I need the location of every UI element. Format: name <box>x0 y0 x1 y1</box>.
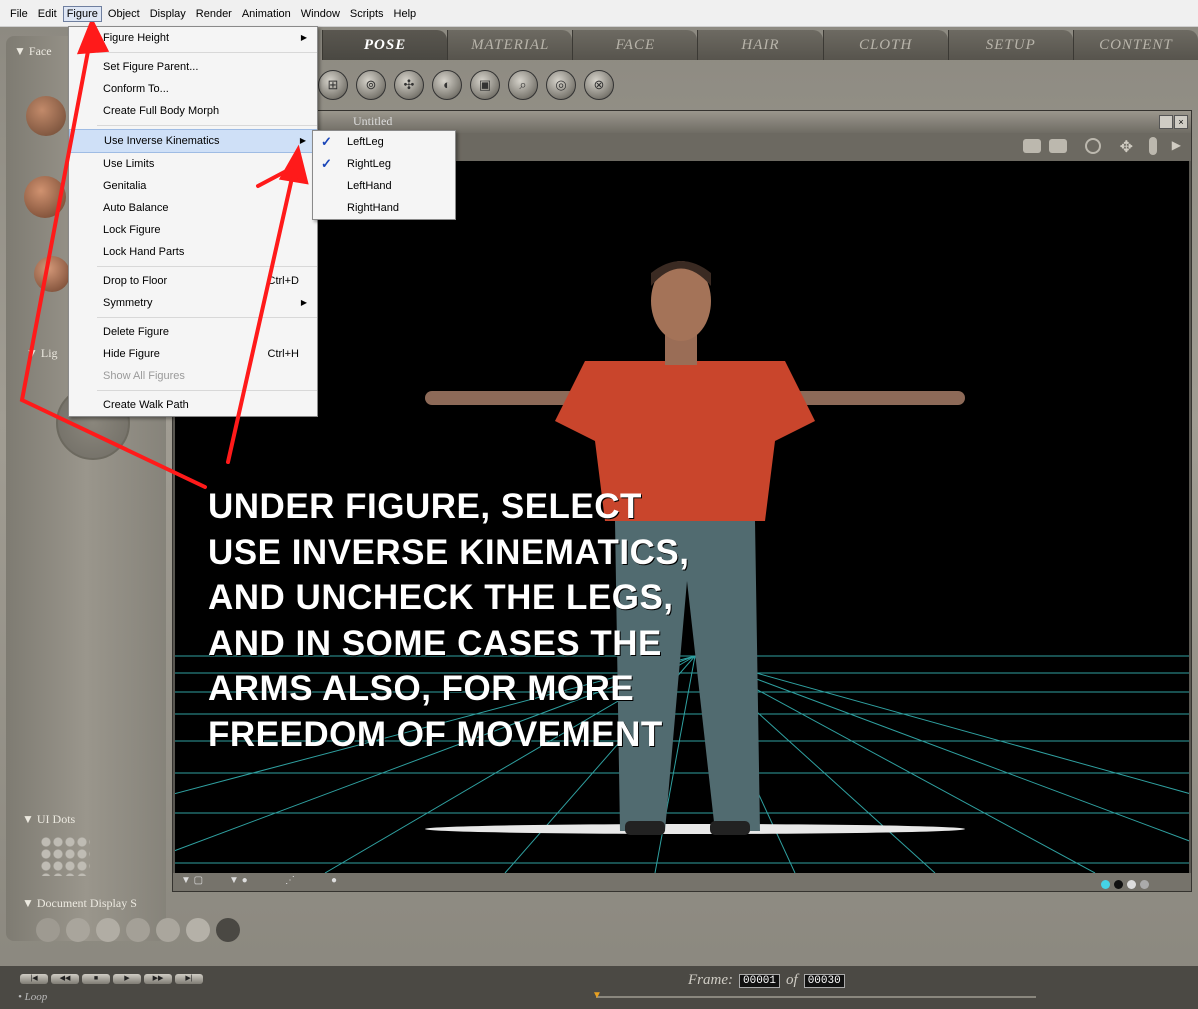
last-frame-button[interactable]: ▶| <box>175 974 203 984</box>
frame-counter: Frame: 00001 of 00030 <box>688 972 845 989</box>
annotation-line: FREEDOM OF MOVEMENT <box>208 714 663 754</box>
animation-controls: |◀ ◀◀ ■ ▶ ▶▶ ▶| • Loop Frame: 00001 of 0… <box>0 966 1198 1009</box>
menu-help[interactable]: Help <box>390 6 421 22</box>
current-frame-field[interactable]: 00001 <box>739 973 781 988</box>
annotation-line: USE INVERSE KINEMATICS, <box>208 532 690 572</box>
loop-toggle[interactable]: • Loop <box>18 991 47 1003</box>
menu-edit[interactable]: Edit <box>34 6 61 22</box>
menu-object[interactable]: Object <box>104 6 144 22</box>
menu-render[interactable]: Render <box>192 6 236 22</box>
total-frames-field[interactable]: 00030 <box>803 973 845 988</box>
menu-window[interactable]: Window <box>297 6 344 22</box>
stop-button[interactable]: ■ <box>82 974 110 984</box>
timeline-scrubber-icon[interactable]: ▼ <box>592 990 602 1001</box>
menu-animation[interactable]: Animation <box>238 6 295 22</box>
of-label: of <box>786 972 798 988</box>
play-button[interactable]: ▶ <box>113 974 141 984</box>
menubar-items: File Edit Figure Object Display Render A… <box>4 6 420 22</box>
menu-figure[interactable]: Figure <box>62 6 102 22</box>
annotation-line: UNDER FIGURE, SELECT <box>208 487 642 526</box>
prev-frame-button[interactable]: ◀◀ <box>51 974 79 984</box>
frame-label: Frame: <box>688 972 733 988</box>
bullet-icon: • <box>18 991 25 1003</box>
menu-display[interactable]: Display <box>146 6 190 22</box>
first-frame-button[interactable]: |◀ <box>20 974 48 984</box>
annotation-line: AND UNCHECK THE LEGS, <box>208 578 674 617</box>
menu-scripts[interactable]: Scripts <box>346 6 388 22</box>
menu-file[interactable]: File <box>6 6 32 22</box>
annotation-line: ARMS ALSO, FOR MORE <box>208 669 635 708</box>
next-frame-button[interactable]: ▶▶ <box>144 974 172 984</box>
playback-buttons: |◀ ◀◀ ■ ▶ ▶▶ ▶| <box>20 974 203 984</box>
annotation-line: AND IN SOME CASES THE <box>208 623 662 663</box>
annotation-text: UNDER FIGURE, SELECT USE INVERSE KINEMAT… <box>208 484 689 757</box>
timeline-track[interactable] <box>596 996 1036 998</box>
